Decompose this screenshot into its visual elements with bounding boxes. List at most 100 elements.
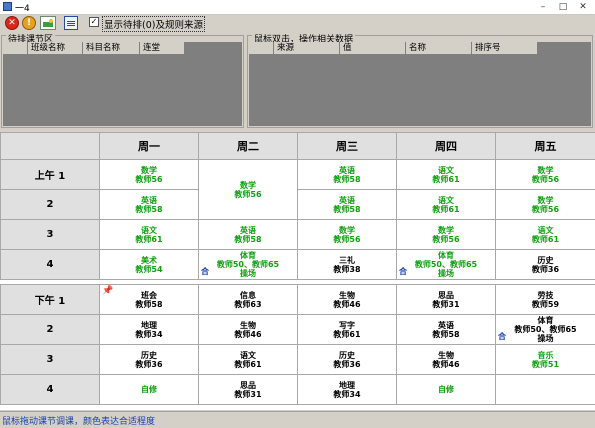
lesson-cell[interactable]: 语文教师61 [397, 190, 496, 220]
lesson-cell[interactable]: 数学教师56 [496, 160, 595, 190]
col-value[interactable]: 值 [340, 42, 406, 54]
lesson-cell[interactable]: 体育教师50、教师65操场合 [199, 250, 298, 280]
morning-period-row: 3语文教师61英语教师58数学教师56数学教师56语文教师61 [1, 220, 595, 250]
minimize-icon[interactable]: – [533, 0, 553, 13]
list-icon-button[interactable] [64, 16, 78, 30]
lesson-cell[interactable]: 📌班会教师58 [100, 285, 199, 315]
lesson-cell[interactable]: 生物教师46 [298, 285, 397, 315]
lesson-cell[interactable]: 信息教师63 [199, 285, 298, 315]
lesson-teacher: 教师36 [496, 265, 595, 274]
lesson-cell[interactable]: 地理教师34 [298, 375, 397, 405]
row-header-cell [3, 42, 28, 54]
lesson-cell[interactable]: 自修 [397, 375, 496, 405]
lesson-cell[interactable]: 历史教师36 [100, 345, 199, 375]
lesson-cell[interactable]: 三礼教师38 [298, 250, 397, 280]
pending-grid-header: 班级名称 科目名称 连堂 [3, 42, 185, 55]
window-title: 一4 [15, 1, 30, 14]
schedule-grid: 周一 周二 周三 周四 周五 上午 1数学教师56数学教师56英语教师58语文教… [0, 132, 595, 410]
afternoon-period-row: 2地理教师34生物教师46写字教师61英语教师58体育教师50、教师65操场合 [1, 315, 595, 345]
lesson-cell[interactable]: 语文教师61 [397, 160, 496, 190]
lesson-teacher: 教师50、教师65 [397, 260, 495, 269]
col-consecutive[interactable]: 连堂 [140, 42, 185, 54]
lesson-teacher: 教师56 [199, 190, 297, 199]
lesson-subject: 体育 [199, 251, 297, 260]
lesson-teacher: 教师51 [496, 360, 595, 369]
lesson-cell[interactable]: 数学教师56 [100, 160, 199, 190]
show-pending-checkbox[interactable]: ✓ [89, 17, 99, 27]
lesson-cell[interactable]: 英语教师58 [298, 160, 397, 190]
day-header-wed: 周三 [298, 133, 397, 160]
pending-lessons-grid[interactable]: 班级名称 科目名称 连堂 [3, 42, 242, 126]
lesson-cell[interactable]: 生物教师46 [199, 315, 298, 345]
image-icon-button[interactable] [40, 16, 56, 30]
lesson-subject: 历史 [298, 351, 396, 360]
lesson-cell[interactable]: 美术教师54 [100, 250, 199, 280]
lesson-cell[interactable]: 音乐教师51 [496, 345, 595, 375]
lesson-cell[interactable]: 语文教师61 [199, 345, 298, 375]
col-sort-order[interactable]: 排序号 [472, 42, 538, 54]
lesson-location: 操场 [397, 269, 495, 278]
close-window-icon[interactable]: ✕ [573, 0, 593, 13]
lesson-cell[interactable]: 体育教师50、教师65操场合 [496, 315, 595, 345]
lesson-cell[interactable]: 语文教师61 [496, 220, 595, 250]
lesson-cell[interactable]: 劳技教师59 [496, 285, 595, 315]
afternoon-period-row: 3历史教师36语文教师61历史教师36生物教师46音乐教师51 [1, 345, 595, 375]
lesson-cell[interactable]: 数学教师56 [397, 220, 496, 250]
show-pending-label[interactable]: 显示待排(0)及规则来源 [102, 16, 205, 32]
lesson-cell[interactable]: 数学教师56 [199, 160, 298, 220]
day-header-mon: 周一 [100, 133, 199, 160]
lesson-teacher: 教师34 [298, 390, 396, 399]
period-label: 4 [1, 375, 100, 405]
lesson-teacher: 教师56 [496, 205, 595, 214]
lesson-cell[interactable]: 地理教师34 [100, 315, 199, 345]
lesson-cell[interactable] [496, 375, 595, 405]
lesson-cell[interactable]: 数学教师56 [298, 220, 397, 250]
day-header-tue: 周二 [199, 133, 298, 160]
lesson-teacher: 教师36 [100, 360, 198, 369]
lesson-subject: 生物 [199, 321, 297, 330]
lesson-subject: 英语 [397, 321, 495, 330]
lesson-subject: 自修 [100, 385, 198, 394]
lesson-subject: 数学 [100, 166, 198, 175]
col-name[interactable]: 名称 [406, 42, 472, 54]
period-label: 4 [1, 250, 100, 280]
lesson-cell[interactable]: 语文教师61 [100, 220, 199, 250]
lesson-cell[interactable]: 历史教师36 [496, 250, 595, 280]
lesson-cell[interactable]: 生物教师46 [397, 345, 496, 375]
lesson-teacher: 教师58 [298, 175, 396, 184]
afternoon-period-row: 4自修思品教师31地理教师34自修 [1, 375, 595, 405]
close-icon-button[interactable]: ✕ [5, 16, 19, 30]
lesson-cell[interactable]: 思品教师31 [199, 375, 298, 405]
day-header-thu: 周四 [397, 133, 496, 160]
lesson-cell[interactable]: 思品教师31 [397, 285, 496, 315]
lesson-teacher: 教师54 [100, 265, 198, 274]
col-class-name[interactable]: 班级名称 [28, 42, 83, 54]
lesson-cell[interactable]: 英语教师58 [100, 190, 199, 220]
maximize-icon[interactable]: □ [553, 0, 573, 13]
lesson-subject: 地理 [298, 381, 396, 390]
lesson-cell[interactable]: 数学教师56 [496, 190, 595, 220]
lesson-cell[interactable]: 自修 [100, 375, 199, 405]
lesson-teacher: 教师56 [496, 175, 595, 184]
lesson-subject: 体育 [496, 316, 595, 325]
lesson-teacher: 教师50、教师65 [199, 260, 297, 269]
lesson-teacher: 教师46 [298, 300, 396, 309]
lesson-cell[interactable]: 历史教师36 [298, 345, 397, 375]
lesson-cell[interactable]: 英语教师58 [397, 315, 496, 345]
lesson-cell[interactable]: 体育教师50、教师65操场合 [397, 250, 496, 280]
period-label: 2 [1, 315, 100, 345]
lesson-cell[interactable]: 英语教师58 [199, 220, 298, 250]
lesson-cell[interactable]: 英语教师58 [298, 190, 397, 220]
col-source[interactable]: 来源 [274, 42, 340, 54]
lesson-cell[interactable]: 写字教师61 [298, 315, 397, 345]
lesson-subject: 数学 [397, 226, 495, 235]
warning-icon-button[interactable]: ! [22, 16, 36, 30]
col-subject-name[interactable]: 科目名称 [83, 42, 140, 54]
related-grid-header: 来源 值 名称 排序号 [249, 42, 538, 55]
toolbar: ✕ ! ✓ 显示待排(0)及规则来源 [0, 14, 595, 32]
period-label: 2 [1, 190, 100, 220]
lesson-subject: 三礼 [298, 256, 396, 265]
related-data-grid[interactable]: 来源 值 名称 排序号 [249, 42, 591, 126]
lesson-subject: 数学 [496, 166, 595, 175]
lesson-subject: 历史 [100, 351, 198, 360]
